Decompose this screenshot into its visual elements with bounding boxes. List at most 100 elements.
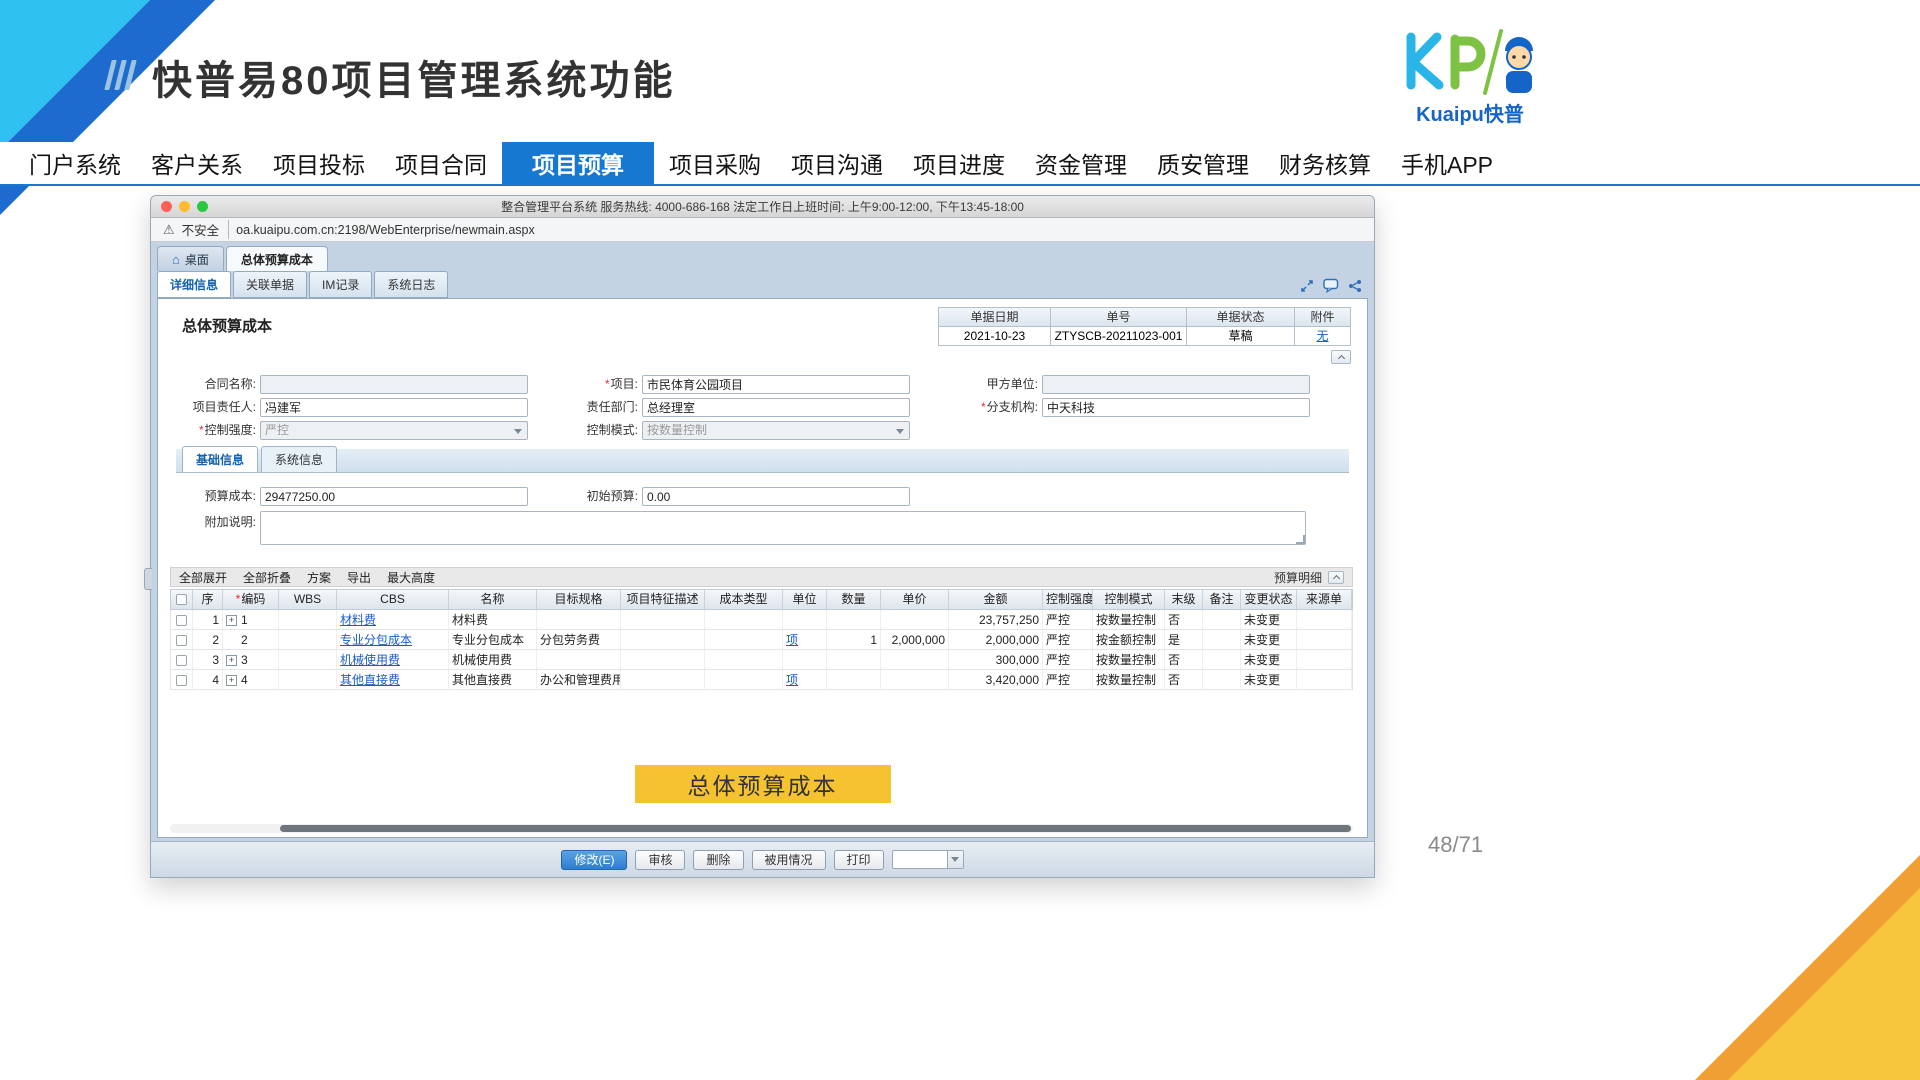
chat-icon[interactable] <box>1323 278 1339 293</box>
grid-column-amount[interactable]: 金额 <box>949 590 1043 609</box>
grid-column-code[interactable]: *编码 <box>223 590 279 609</box>
control-mode-select[interactable]: 按数量控制 <box>642 421 910 440</box>
expand-icon[interactable]: + <box>226 655 237 666</box>
unit-link[interactable]: 项 <box>786 633 798 647</box>
cbs-link[interactable]: 机械使用费 <box>340 653 400 667</box>
budget-cost-input[interactable] <box>260 487 528 506</box>
nav-item-portal-system[interactable]: 门户系统 <box>14 142 136 184</box>
expand-icon[interactable]: + <box>226 615 237 626</box>
textarea-resize-grip[interactable] <box>1296 535 1305 544</box>
nav-item-project-progress[interactable]: 项目进度 <box>898 142 1020 184</box>
security-label[interactable]: 不安全 <box>182 220 230 239</box>
expand-all-link[interactable]: 全部展开 <box>179 569 227 586</box>
grid-column-remark[interactable]: 备注 <box>1203 590 1241 609</box>
checkbox-icon[interactable] <box>176 675 187 686</box>
scrollbar-thumb[interactable] <box>280 825 1351 832</box>
project-manager-input[interactable] <box>260 398 528 417</box>
note-textarea[interactable] <box>260 511 1306 545</box>
grid-column-price[interactable]: 单价 <box>881 590 949 609</box>
tab-system-log[interactable]: 系统日志 <box>374 271 448 298</box>
collapse-header-button[interactable] <box>1331 350 1351 364</box>
section-tab-basic-info[interactable]: 基础信息 <box>182 446 258 472</box>
scheme-link[interactable]: 方案 <box>307 569 331 586</box>
nav-item-project-communication[interactable]: 项目沟通 <box>776 142 898 184</box>
delete-button[interactable]: 删除 <box>693 850 743 870</box>
cell-select[interactable] <box>171 670 193 689</box>
browser-url-bar[interactable]: ⚠ 不安全 oa.kuaipu.com.cn:2198/WebEnterpris… <box>151 218 1374 242</box>
tab-im-records[interactable]: IM记录 <box>309 271 372 298</box>
grid-column-cost_type[interactable]: 成本类型 <box>705 590 783 609</box>
party-a-input[interactable] <box>1042 375 1310 394</box>
cell-code[interactable]: +4 <box>223 670 279 689</box>
department-input[interactable] <box>642 398 910 417</box>
cbs-link[interactable]: 其他直接费 <box>340 673 400 687</box>
minimize-window-button[interactable] <box>179 201 190 212</box>
grid-column-feature[interactable]: 项目特征描述 <box>621 590 705 609</box>
tab-desktop[interactable]: ⌂ 桌面 <box>157 246 224 271</box>
nav-item-mobile-app[interactable]: 手机APP <box>1386 142 1508 184</box>
close-window-button[interactable] <box>161 201 172 212</box>
cell-code[interactable]: +3 <box>223 650 279 669</box>
nav-item-fund-management[interactable]: 资金管理 <box>1020 142 1142 184</box>
expand-icon[interactable]: + <box>226 675 237 686</box>
nav-item-quality-safety[interactable]: 质安管理 <box>1142 142 1264 184</box>
grid-column-strength[interactable]: 控制强度 <box>1043 590 1093 609</box>
table-row[interactable]: 4+4其他直接费其他直接费办公和管理费用项3,420,000严控按数量控制否未变… <box>171 670 1352 690</box>
checkbox-icon[interactable] <box>176 655 187 666</box>
branch-input[interactable] <box>1042 398 1310 417</box>
url-text[interactable]: oa.kuaipu.com.cn:2198/WebEnterprise/newm… <box>236 223 535 237</box>
cbs-link[interactable]: 材料费 <box>340 613 376 627</box>
nav-item-customer-relations[interactable]: 客户关系 <box>136 142 258 184</box>
contract-name-input[interactable] <box>260 375 528 394</box>
cbs-link[interactable]: 专业分包成本 <box>340 633 412 647</box>
cell-unit[interactable]: 项 <box>783 630 827 649</box>
nav-item-project-contract[interactable]: 项目合同 <box>380 142 502 184</box>
nav-item-financial-accounting[interactable]: 财务核算 <box>1264 142 1386 184</box>
grid-column-spec[interactable]: 目标规格 <box>537 590 621 609</box>
grid-column-source[interactable]: 来源单 <box>1297 590 1352 609</box>
print-format-select[interactable] <box>892 850 964 869</box>
nav-item-project-budget[interactable]: 项目预算 <box>502 142 654 184</box>
attachment-link[interactable]: 无 <box>1316 329 1328 343</box>
grid-column-change[interactable]: 变更状态 <box>1241 590 1297 609</box>
tab-budget-document[interactable]: 总体预算成本 <box>226 246 328 271</box>
grid-column-seq[interactable]: 序 <box>193 590 223 609</box>
grid-column-unit[interactable]: 单位 <box>783 590 827 609</box>
project-input[interactable] <box>642 375 910 394</box>
fullscreen-icon[interactable] <box>1300 279 1314 293</box>
cell-select[interactable] <box>171 650 193 669</box>
cell-cbs[interactable]: 机械使用费 <box>337 650 449 669</box>
usage-button[interactable]: 被用情况 <box>752 850 826 870</box>
print-button[interactable]: 打印 <box>834 850 884 870</box>
panel-collapse-handle[interactable] <box>144 568 152 590</box>
grid-column-wbs[interactable]: WBS <box>279 590 337 609</box>
cell-cbs[interactable]: 材料费 <box>337 610 449 629</box>
cell-select[interactable] <box>171 610 193 629</box>
cell-cbs[interactable]: 专业分包成本 <box>337 630 449 649</box>
table-row[interactable]: 3+3机械使用费机械使用费300,000严控按数量控制否未变更 <box>171 650 1352 670</box>
grid-column-leaf[interactable]: 末级 <box>1165 590 1203 609</box>
chevron-down-icon[interactable] <box>947 851 963 868</box>
grid-column-mode[interactable]: 控制模式 <box>1093 590 1165 609</box>
grid-column-cbs[interactable]: CBS <box>337 590 449 609</box>
cell-unit[interactable]: 项 <box>783 670 827 689</box>
table-row[interactable]: 22专业分包成本专业分包成本分包劳务费项12,000,0002,000,000严… <box>171 630 1352 650</box>
cell-cbs[interactable]: 其他直接费 <box>337 670 449 689</box>
table-row[interactable]: 1+1材料费材料费23,757,250严控按数量控制否未变更 <box>171 610 1352 630</box>
nav-item-project-procurement[interactable]: 项目采购 <box>654 142 776 184</box>
cell-code[interactable]: +1 <box>223 610 279 629</box>
control-strength-select[interactable]: 严控 <box>260 421 528 440</box>
export-link[interactable]: 导出 <box>347 569 371 586</box>
share-icon[interactable] <box>1348 279 1362 293</box>
modify-button[interactable]: 修改(E) <box>561 850 627 870</box>
checkbox-icon[interactable] <box>176 635 187 646</box>
unit-link[interactable]: 项 <box>786 673 798 687</box>
section-tab-system-info[interactable]: 系统信息 <box>261 446 337 472</box>
collapse-all-link[interactable]: 全部折叠 <box>243 569 291 586</box>
checkbox-icon[interactable] <box>176 615 187 626</box>
checkbox-icon[interactable] <box>176 594 187 605</box>
audit-button[interactable]: 审核 <box>635 850 685 870</box>
grid-column-name[interactable]: 名称 <box>449 590 537 609</box>
grid-column-qty[interactable]: 数量 <box>827 590 881 609</box>
initial-budget-input[interactable] <box>642 487 910 506</box>
